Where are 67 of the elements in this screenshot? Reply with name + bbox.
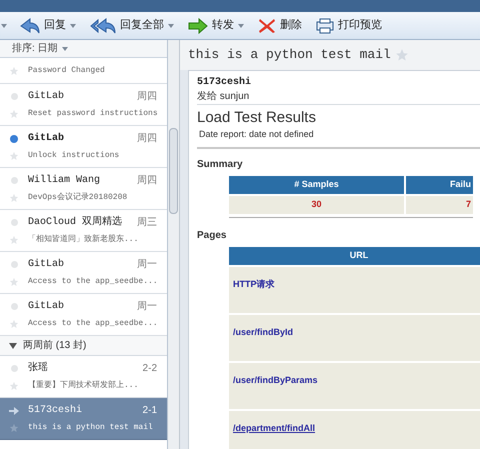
table-cell: 30 (229, 196, 404, 214)
message-date: 2-2 (142, 362, 157, 376)
table-cell: 7 (406, 196, 473, 214)
page-link[interactable]: /user/findById (233, 326, 294, 336)
toolbar-button[interactable]: 删除 (256, 14, 304, 36)
star-icon[interactable] (9, 318, 19, 328)
column-header: Failu (406, 176, 473, 194)
star-icon[interactable] (9, 422, 19, 432)
sender-name: GitLab (28, 90, 64, 104)
section-heading: Summary (197, 158, 244, 172)
message-date: 2-1 (142, 404, 157, 418)
message-preview: Access to the app_seedbe... (28, 318, 158, 330)
sender-name: 5173ceshi (197, 76, 252, 89)
message-preview: Unlock instructions (28, 150, 120, 162)
message-preview: 「相知皆道同」致新老股东... (28, 234, 138, 246)
column-header: URL (229, 246, 480, 264)
recipient-line: 发给 sunjun (197, 89, 480, 105)
forward-arrow-icon (188, 18, 208, 34)
toolbar-button[interactable]: 打印预览 (314, 14, 384, 36)
message-date: 周四 (137, 132, 157, 146)
expand-triangle-icon (9, 342, 17, 348)
message-item[interactable]: 5173ceshi 2-1 this is a python test mail (0, 398, 167, 440)
star-icon[interactable] (9, 234, 19, 244)
message-preview: Access to the app_seedbe... (28, 276, 158, 288)
caret-icon (1, 24, 7, 28)
message-date: 周一 (137, 300, 157, 314)
message-date: 周一 (137, 258, 157, 272)
sender-name: GitLab (28, 132, 64, 146)
star-icon[interactable] (9, 380, 19, 390)
toolbar-button[interactable]: 回复 (18, 14, 78, 36)
report-date: Date report: date not defined (197, 128, 480, 148)
message-date: 周四 (137, 174, 157, 188)
toolbar-button[interactable]: 转发 (186, 14, 246, 36)
page-link[interactable]: HTTP请求 (233, 278, 274, 288)
message-preview: DevOps会议记录20180208 (28, 192, 128, 204)
message-date: 周三 (137, 216, 157, 230)
sender-name: 张瑶 (28, 361, 48, 376)
caret-icon (62, 46, 68, 50)
message-preview: Password Changed (28, 64, 105, 76)
reply-all-arrow-icon (90, 18, 116, 34)
section-heading: Pages (197, 228, 228, 242)
column-header: # Samples (229, 176, 404, 194)
page-link[interactable]: /department/findAll (233, 422, 316, 432)
page-link[interactable]: /user/findByParams (233, 374, 318, 384)
reply-arrow-icon (20, 18, 40, 34)
sender-name: William Wang (28, 174, 100, 188)
sender-name: GitLab (28, 258, 64, 272)
delete-x-icon (258, 18, 276, 34)
star-icon[interactable] (9, 276, 19, 286)
mail-subject: this is a python test mail (188, 46, 391, 64)
printer-icon (316, 18, 334, 34)
message-preview: this is a python test mail (28, 422, 153, 434)
sender-name: DaoCloud 双周精选 (28, 215, 122, 230)
star-icon[interactable] (9, 66, 19, 76)
message-date: 周四 (137, 90, 157, 104)
group-header[interactable]: 两周前 (13 封) (0, 336, 167, 356)
star-icon[interactable] (9, 108, 19, 118)
report-title: Load Test Results (197, 108, 317, 128)
star-icon[interactable] (9, 192, 19, 202)
scrollbar-thumb[interactable] (169, 128, 178, 214)
message-preview: Reset password instructions (28, 108, 158, 120)
toolbar-button[interactable]: 回复全部 (88, 14, 176, 36)
sender-name: 5173ceshi (28, 404, 82, 418)
star-icon[interactable] (9, 150, 19, 160)
star-icon[interactable] (394, 48, 409, 62)
sender-name: GitLab (28, 300, 64, 314)
message-preview: 【重要】下周技术研发部上... (28, 380, 138, 392)
